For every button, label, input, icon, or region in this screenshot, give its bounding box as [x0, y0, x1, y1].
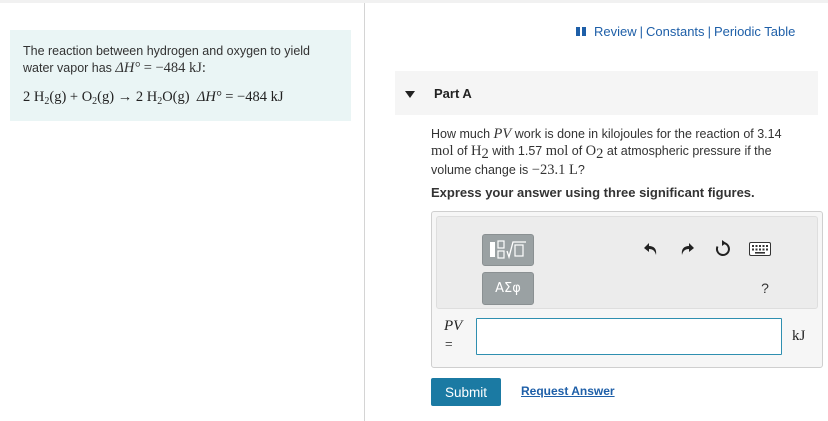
problem-intro-box: The reaction between hydrogen and oxygen… — [10, 30, 351, 121]
column-divider — [364, 3, 365, 421]
constants-link[interactable]: Constants — [646, 24, 705, 39]
reaction-delta-h-value: = −484 kJ — [225, 89, 284, 105]
greek-symbols-button[interactable]: ΑΣφ — [482, 272, 534, 305]
answer-unit-label: kJ — [792, 328, 806, 344]
review-icon — [576, 27, 587, 36]
reaction-o2: (g) + O — [49, 89, 93, 105]
reaction-h2o-state: O(g) — [162, 89, 190, 105]
reaction-delta-h: ΔH° — [196, 89, 222, 105]
request-answer-link[interactable]: Request Answer — [521, 384, 615, 398]
question-mol-unit: mol — [431, 142, 454, 159]
answer-pv-label: PV — [444, 318, 463, 334]
question-pv: PV — [493, 126, 512, 142]
collapse-triangle-icon[interactable] — [405, 91, 415, 98]
question-h2-subscript: 2 — [481, 145, 489, 162]
intro-delta-h-symbol: ΔH° — [115, 60, 141, 76]
templates-icon — [490, 240, 526, 260]
intro-text: The reaction between hydrogen and oxygen… — [23, 43, 339, 77]
question-text: How much PV work is done in kilojoules f… — [431, 126, 811, 179]
answer-input[interactable] — [476, 318, 782, 355]
answer-panel: ΑΣφ ? PV = kJ — [431, 211, 823, 368]
periodic-table-link[interactable]: Periodic Table — [714, 24, 795, 39]
redo-icon[interactable] — [678, 240, 696, 258]
question-volume: −23.1 L — [531, 162, 578, 178]
answer-instruction: Express your answer using three signific… — [431, 185, 755, 200]
reaction-h2: 2 H — [23, 89, 45, 105]
undo-icon[interactable] — [642, 240, 660, 258]
link-separator: | — [639, 24, 644, 39]
math-toolbar: ΑΣφ ? — [436, 216, 818, 309]
templates-button[interactable] — [482, 234, 534, 266]
keyboard-icon[interactable] — [749, 240, 771, 258]
reaction-h2o: (g) → 2 H — [97, 89, 158, 105]
review-links: Review | Constants | Periodic Table — [576, 24, 795, 39]
answer-equals-label: = — [445, 336, 453, 351]
question-part: with 1.57 — [492, 143, 543, 158]
top-border — [0, 0, 828, 3]
reaction-equation: 2 H2(g) + O2(g) → 2 H2O(g) ΔH° = −484 kJ — [23, 89, 283, 107]
reset-icon[interactable] — [714, 240, 732, 258]
help-button[interactable]: ? — [756, 280, 774, 298]
question-part: of — [571, 143, 583, 158]
review-link[interactable]: Review — [594, 24, 637, 39]
submit-button[interactable]: Submit — [431, 378, 501, 406]
question-o2-subscript: 2 — [596, 145, 604, 162]
intro-delta-h-value: = −484 kJ: — [143, 60, 206, 76]
question-mark: ? — [577, 163, 585, 177]
question-part: work is done in kilojoules for the react… — [514, 127, 782, 141]
question-mol-unit: mol — [545, 142, 569, 159]
question-h2: H — [470, 142, 482, 159]
link-separator: | — [707, 24, 711, 39]
question-part: of — [457, 143, 468, 158]
part-a-header[interactable]: Part A — [395, 71, 818, 115]
question-o2: O — [585, 142, 597, 159]
question-part: How much — [431, 127, 491, 141]
part-title: Part A — [434, 86, 472, 101]
